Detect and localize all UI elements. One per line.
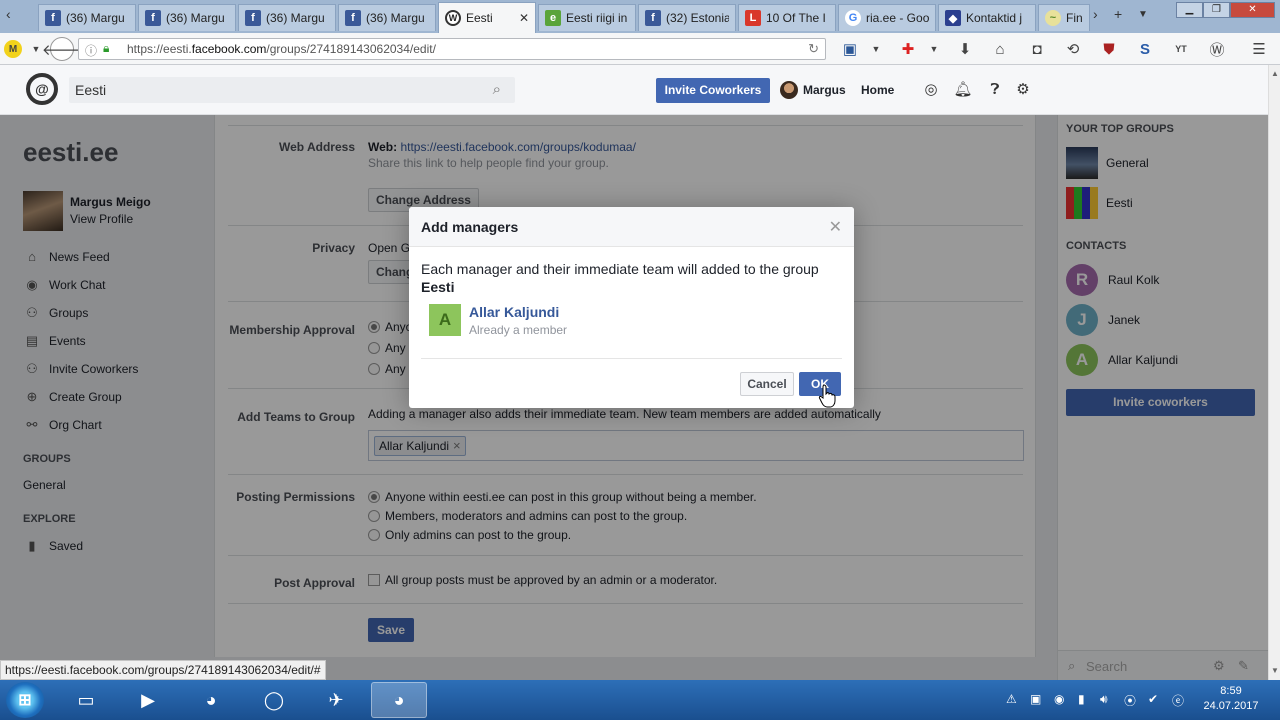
- add-managers-dialog: Add managers ✕ Each manager and their im…: [409, 207, 854, 408]
- browser-tab-4[interactable]: f (36) Margu: [338, 4, 436, 31]
- search-input[interactable]: Eesti ⌕: [69, 77, 515, 103]
- list-site-icon: L: [745, 10, 761, 26]
- windows-start-icon[interactable]: ⊞: [6, 682, 44, 718]
- firefox-icon[interactable]: ◕: [183, 682, 239, 718]
- browser-tab-bar: ‹ f (36) Margu f (36) Margu f (36) Margu f(…: [0, 0, 1280, 33]
- search-icon[interactable]: ⌕: [493, 81, 501, 98]
- tray-eid-icon[interactable]: ⓔ: [1172, 692, 1184, 709]
- browser-tab-active[interactable]: W Eesti ✕: [438, 2, 536, 33]
- browser-tab-9[interactable]: Gria.ee - Goo: [838, 4, 936, 31]
- hand-cursor-icon: [818, 384, 836, 408]
- notifications-bell-icon[interactable]: 🔔︎: [953, 79, 973, 99]
- scroll-tabs-left-icon[interactable]: ‹: [6, 6, 11, 22]
- dialog-description: Each manager and their immediate team wi…: [421, 261, 819, 295]
- download-icon[interactable]: ⬇: [955, 39, 975, 59]
- dialog-title: Add managers: [421, 219, 519, 235]
- browser-tab-7[interactable]: f (32) Estonia: [638, 4, 736, 31]
- scroll-down-icon[interactable]: ▼: [1271, 666, 1279, 675]
- help-icon[interactable]: ❓︎: [985, 79, 1005, 99]
- divider: [421, 358, 842, 359]
- sync-icon[interactable]: ⟲: [1063, 39, 1083, 59]
- close-icon[interactable]: ✕: [829, 217, 842, 237]
- info-icon[interactable]: ⓘ: [85, 42, 97, 59]
- avatar: A: [429, 304, 461, 336]
- system-clock[interactable]: 8:59 24.07.2017: [1196, 684, 1266, 714]
- workchat-icon[interactable]: ◎: [921, 79, 941, 99]
- opera-icon[interactable]: ◯: [246, 682, 302, 718]
- url-text: https://eesti.facebook.com/groups/274189…: [127, 42, 436, 56]
- save-disk-icon[interactable]: ▣: [840, 39, 860, 59]
- manager-entry: A Allar Kaljundi Already a member: [429, 304, 567, 337]
- skype-icon[interactable]: S: [1135, 39, 1155, 59]
- manager-name-link[interactable]: Allar Kaljundi: [469, 304, 567, 320]
- window-close-icon[interactable]: ✕: [1230, 2, 1275, 18]
- file-explorer-icon[interactable]: ▭: [58, 682, 114, 718]
- tray-battery-icon[interactable]: ▮: [1078, 692, 1085, 706]
- browser-status-bar: https://eesti.facebook.com/groups/274189…: [0, 660, 326, 680]
- tray-app-icon[interactable]: ▣: [1030, 692, 1041, 706]
- browser-tab-6[interactable]: e Eesti riigi in: [538, 4, 636, 31]
- tray-volume-icon[interactable]: 🔊︎: [1100, 692, 1108, 707]
- feather-app-icon[interactable]: ✈: [308, 682, 364, 718]
- workplace-header: @ Eesti ⌕ Invite Coworkers Margus Home ◎…: [0, 65, 1268, 115]
- wayback-icon[interactable]: Ⓦ: [1207, 39, 1227, 59]
- workplace-icon: W: [445, 10, 461, 26]
- shield-icon: ◆: [945, 10, 961, 26]
- lock-icon: 🔒︎: [103, 41, 110, 55]
- facebook-icon: f: [145, 10, 161, 26]
- browser-tab-11[interactable]: ~Fini: [1038, 4, 1090, 31]
- youtube-icon[interactable]: YT: [1171, 39, 1191, 59]
- pocket-icon[interactable]: ◘: [1027, 39, 1047, 59]
- tray-skype-icon[interactable]: ◉: [1054, 692, 1064, 706]
- scroll-tabs-right-icon[interactable]: ›: [1093, 6, 1098, 22]
- facebook-icon: f: [345, 10, 361, 26]
- avatar[interactable]: [780, 81, 798, 99]
- browser-tab-2[interactable]: f (36) Margu: [138, 4, 236, 31]
- media-player-icon[interactable]: ▶: [120, 682, 176, 718]
- browser-tab-10[interactable]: ◆ Kontaktid j: [938, 4, 1036, 31]
- windows-taskbar: ⊞ ▭ ▶ ◕ ◯ ✈ ◕ ⚠ ▣ ◉ ▮ 🔊︎ ⦿ ✔ ⓔ 8:59 24.07…: [0, 680, 1280, 720]
- facebook-icon: f: [45, 10, 61, 26]
- browser-tab-8[interactable]: L 10 Of The I: [738, 4, 836, 31]
- browser-tab-3[interactable]: f (36) Margu: [238, 4, 336, 31]
- cancel-button[interactable]: Cancel: [740, 372, 794, 396]
- home-icon[interactable]: ⌂: [990, 39, 1010, 59]
- ublock-icon[interactable]: ⛊: [1099, 39, 1119, 59]
- scroll-up-icon[interactable]: ▲: [1271, 69, 1279, 78]
- invite-coworkers-button[interactable]: Invite Coworkers: [656, 78, 770, 103]
- facebook-icon: f: [645, 10, 661, 26]
- browser-tab-1[interactable]: f (36) Margu: [38, 4, 136, 31]
- manager-status: Already a member: [469, 323, 568, 337]
- google-icon: G: [845, 10, 861, 26]
- minimize-icon[interactable]: ▁: [1176, 2, 1203, 18]
- tray-network-icon[interactable]: ⚠: [1006, 692, 1017, 706]
- gear-icon[interactable]: ⚙: [1013, 79, 1033, 99]
- dialog-header: Add managers ✕: [409, 207, 854, 247]
- reload-icon[interactable]: ↻: [808, 41, 819, 57]
- browser-nav-bar: M ▼ 🡐 ⓘ 🔒︎ https://eesti.facebook.com/gr…: [0, 33, 1280, 65]
- hamburger-menu-icon[interactable]: ☰: [1249, 39, 1269, 59]
- restore-icon[interactable]: ❐: [1203, 2, 1230, 18]
- facebook-icon: f: [245, 10, 261, 26]
- tray-wifi-icon[interactable]: ⦿: [1124, 692, 1136, 709]
- chevron-down-icon[interactable]: ▼: [866, 39, 886, 59]
- address-bar[interactable]: ⓘ 🔒︎ https://eesti.facebook.com/groups/2…: [78, 38, 826, 60]
- tray-tools-icon[interactable]: ✔: [1148, 692, 1158, 706]
- chevron-down-icon[interactable]: ▼: [924, 39, 944, 59]
- eesti-icon: e: [545, 10, 561, 26]
- new-tab-icon[interactable]: +: [1114, 6, 1122, 22]
- profile-link[interactable]: Margus: [803, 83, 846, 97]
- page-scrollbar[interactable]: ▲ ▼: [1268, 65, 1280, 680]
- leaf-icon: ~: [1045, 10, 1061, 26]
- browser-profile-icon[interactable]: M: [4, 40, 22, 58]
- back-arrow-icon[interactable]: 🡐: [42, 37, 82, 61]
- workplace-logo-icon[interactable]: @: [26, 73, 58, 105]
- close-tab-icon[interactable]: ✕: [519, 11, 529, 25]
- tab-list-icon[interactable]: ▼: [1138, 9, 1148, 20]
- red-cross-icon[interactable]: ✚: [898, 39, 918, 59]
- home-link[interactable]: Home: [861, 83, 894, 97]
- firefox-active-icon[interactable]: ◕: [371, 682, 427, 718]
